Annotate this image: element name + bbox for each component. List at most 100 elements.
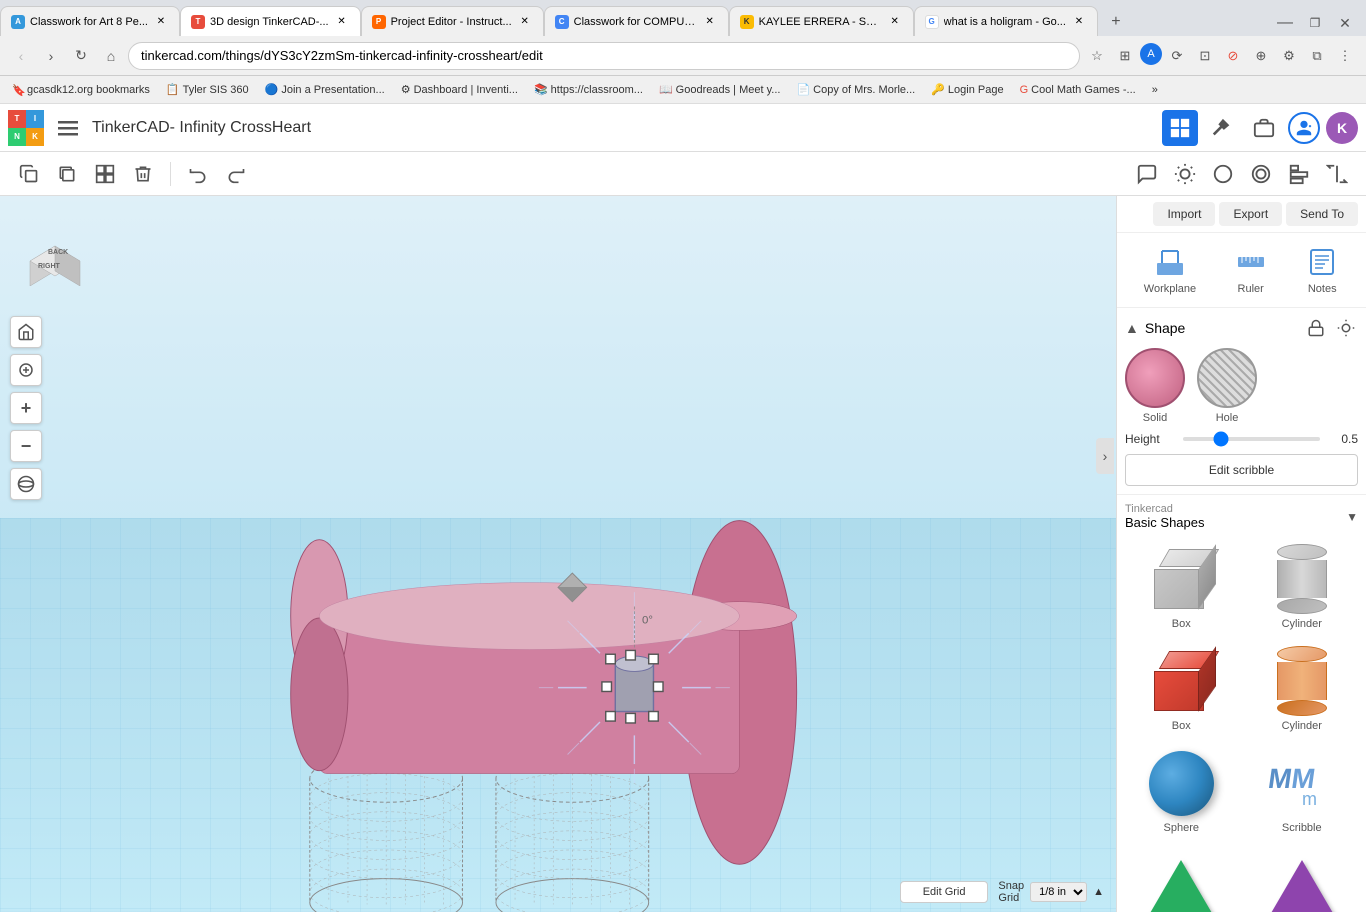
workplane-tool[interactable]: Workplane	[1136, 241, 1204, 299]
fit-view-button[interactable]	[10, 354, 42, 386]
tab-4-close[interactable]: ✕	[702, 14, 718, 30]
comment-tool[interactable]	[1130, 157, 1164, 191]
orbit-button[interactable]	[10, 468, 42, 500]
settings-icon[interactable]: ⚙	[1276, 43, 1302, 69]
copy-button[interactable]	[12, 157, 46, 191]
sync-icon[interactable]: ⟳	[1164, 43, 1190, 69]
right-panel: Import Export Send To Workplane	[1116, 196, 1366, 912]
user-avatar[interactable]: K	[1326, 112, 1358, 144]
header-right: K	[1162, 110, 1358, 146]
tab-5-close[interactable]: ✕	[887, 14, 903, 30]
height-slider[interactable]	[1183, 437, 1320, 441]
undo-button[interactable]	[181, 157, 215, 191]
extension-puzzle-icon[interactable]: ⊞	[1112, 43, 1138, 69]
snap-grid-select[interactable]: 1/8 in 1/4 in 1 in	[1030, 882, 1087, 902]
redo-button[interactable]	[219, 157, 253, 191]
tab-6[interactable]: G what is a holigram - Go... ✕	[914, 6, 1098, 36]
shape-item-sphere-blue[interactable]: Sphere	[1125, 744, 1238, 838]
hamburger-menu[interactable]	[52, 112, 84, 144]
more-icon[interactable]: ⊕	[1248, 43, 1274, 69]
dashboard-favicon: ⚙	[401, 83, 411, 96]
panel-collapse-arrow[interactable]: ›	[1096, 438, 1114, 474]
app-header: T I N K TinkerCAD- Infinity CrossHeart K	[0, 104, 1366, 152]
tab-5[interactable]: K KAYLEE ERRERA - STEM... ✕	[729, 6, 914, 36]
ruler-tool[interactable]: Ruler	[1226, 241, 1276, 299]
bookmark-more[interactable]: »	[1148, 82, 1162, 98]
shape-light-icon[interactable]	[1334, 316, 1358, 340]
category-dropdown-arrow[interactable]: ▼	[1346, 510, 1358, 524]
group-button[interactable]	[88, 157, 122, 191]
bookmark-copy[interactable]: 📄 Copy of Mrs. Morle...	[792, 81, 919, 98]
bookmark-coolmath[interactable]: G Cool Math Games -...	[1016, 82, 1140, 98]
tab-2-close[interactable]: ✕	[334, 14, 350, 30]
tab-2[interactable]: T 3D design TinkerCAD-... ✕	[180, 6, 361, 36]
view-cube[interactable]: RIGHT BACK	[20, 216, 90, 286]
zoom-in-button[interactable]: +	[10, 392, 42, 424]
menu-dots[interactable]: ⋮	[1332, 43, 1358, 69]
mirror-tool[interactable]	[1320, 157, 1354, 191]
snap-grid-arrow[interactable]: ▲	[1093, 886, 1104, 898]
extensions-icon[interactable]: ⊡	[1192, 43, 1218, 69]
tab-1-close[interactable]: ✕	[153, 14, 169, 30]
shape-selector-tool[interactable]	[1206, 157, 1240, 191]
sendto-button[interactable]: Send To	[1286, 202, 1358, 226]
bookmark-dashboard[interactable]: ⚙ Dashboard | Inventi...	[397, 81, 522, 98]
shape-collapse-arrow[interactable]: ▲	[1125, 320, 1139, 336]
shape-item-pyramid-green[interactable]	[1125, 846, 1238, 912]
notes-icon	[1305, 245, 1339, 279]
maximize-button[interactable]: ❐	[1302, 10, 1328, 36]
home-view-button[interactable]	[10, 316, 42, 348]
hammer-button[interactable]	[1204, 110, 1240, 146]
delete-button[interactable]	[126, 157, 160, 191]
bookmark-join-label: Join a Presentation...	[281, 84, 384, 96]
viewport[interactable]: RIGHT BACK + −	[0, 196, 1116, 912]
new-tab-button[interactable]: +	[1102, 8, 1130, 36]
shape-item-cyl-orange[interactable]: Cylinder	[1246, 642, 1359, 736]
bookmark-classroom[interactable]: 📚 https://classroom...	[530, 81, 647, 98]
duplicate-button[interactable]	[50, 157, 84, 191]
briefcase-button[interactable]	[1246, 110, 1282, 146]
edit-grid-button[interactable]: Edit Grid	[900, 881, 989, 903]
tab-3[interactable]: P Project Editor - Instruct... ✕	[361, 6, 544, 36]
tab-1[interactable]: A Classwork for Art 8 Pe... ✕	[0, 6, 180, 36]
home-button[interactable]: ⌂	[98, 43, 124, 69]
circle-tool[interactable]	[1244, 157, 1278, 191]
bookmark-tyler[interactable]: 📋 Tyler SIS 360	[162, 81, 253, 98]
add-person-button[interactable]	[1288, 112, 1320, 144]
export-button[interactable]: Export	[1219, 202, 1282, 226]
tab-3-close[interactable]: ✕	[517, 14, 533, 30]
import-button[interactable]: Import	[1153, 202, 1215, 226]
light-tool[interactable]	[1168, 157, 1202, 191]
align-tool[interactable]	[1282, 157, 1316, 191]
back-button[interactable]: ‹	[8, 43, 34, 69]
notes-tool[interactable]: Notes	[1297, 241, 1347, 299]
bookmark-gcasdk[interactable]: 🔖 gcasdk12.org bookmarks	[8, 82, 154, 98]
shape-item-pyramid-purple[interactable]	[1246, 846, 1359, 912]
tab-6-close[interactable]: ✕	[1071, 14, 1087, 30]
bookmark-join[interactable]: 🔵 Join a Presentation...	[261, 81, 389, 98]
close-window-button[interactable]: ✕	[1332, 10, 1358, 36]
tab-4[interactable]: C Classwork for COMPUT... ✕	[544, 6, 729, 36]
bookmark-login[interactable]: 🔑 Login Page	[927, 81, 1007, 98]
adblock-icon[interactable]: ⊘	[1220, 43, 1246, 69]
shape-item-box-red[interactable]: Box	[1125, 642, 1238, 736]
grid-view-button[interactable]	[1162, 110, 1198, 146]
zoom-out-button[interactable]: −	[10, 430, 42, 462]
forward-button[interactable]: ›	[38, 43, 64, 69]
solid-type[interactable]: Solid	[1125, 348, 1185, 424]
shape-item-cyl-gray[interactable]: Cylinder	[1246, 540, 1359, 634]
shape-lock-icon[interactable]	[1304, 316, 1328, 340]
shape-item-scribble[interactable]: MM m Scribble	[1246, 744, 1359, 838]
bookmark-star-icon[interactable]: ☆	[1084, 43, 1110, 69]
refresh-button[interactable]: ↻	[68, 43, 94, 69]
hole-type[interactable]: Hole	[1197, 348, 1257, 424]
profile-icon[interactable]: A	[1140, 43, 1162, 65]
box-red-preview	[1141, 646, 1221, 716]
extensions-btn2[interactable]: ⧉	[1304, 43, 1330, 69]
bookmark-goodreads[interactable]: 📖 Goodreads | Meet y...	[655, 81, 784, 98]
minimize-button[interactable]: —	[1272, 10, 1298, 36]
edit-scribble-button[interactable]: Edit scribble	[1125, 454, 1358, 486]
logo-cell-i: I	[26, 110, 44, 128]
address-bar[interactable]	[128, 42, 1080, 70]
shape-item-box-gray[interactable]: Box	[1125, 540, 1238, 634]
